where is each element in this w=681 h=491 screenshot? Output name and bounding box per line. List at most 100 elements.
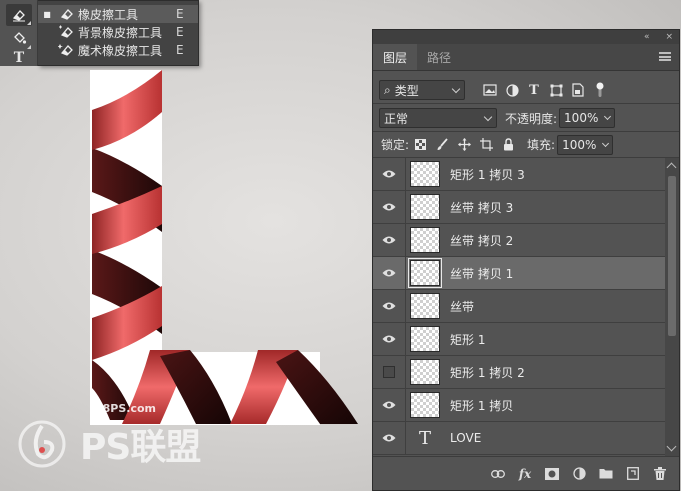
scroll-down-icon[interactable] (666, 441, 677, 452)
eraser-tool-button[interactable] (6, 4, 32, 26)
eye-icon (382, 401, 396, 409)
layer-thumbnail (410, 293, 440, 319)
type-tool-button[interactable]: T (6, 50, 32, 66)
layer-name: 矩形 1 拷贝 3 (450, 167, 525, 182)
layer-thumbnail (408, 258, 442, 288)
layer-thumbnail (410, 194, 440, 220)
visibility-toggle[interactable] (373, 257, 406, 289)
flyout-item-shortcut: E (176, 25, 184, 39)
filter-kind-dropdown[interactable]: ⌕ 类型 (379, 80, 465, 100)
fill-input[interactable]: 100% (557, 134, 614, 155)
lock-position-icon[interactable] (453, 135, 475, 155)
layer-row[interactable]: T LOVE (373, 422, 665, 455)
layer-row[interactable]: 矩形 1 拷贝 3 (373, 158, 665, 191)
search-icon: ⌕ (384, 82, 391, 97)
layers-list: 矩形 1 拷贝 3 丝带 拷贝 3 丝带 拷贝 2 丝带 拷贝 1 丝带 矩形 … (373, 158, 665, 457)
layer-row[interactable]: 丝带 拷贝 3 (373, 191, 665, 224)
scroll-up-icon[interactable] (666, 162, 677, 173)
layer-name: 矩形 1 (450, 332, 486, 347)
panel-topbar: « × (373, 30, 679, 44)
layer-row-selected[interactable]: 丝带 拷贝 1 (373, 257, 665, 290)
watermark-url: 68PS.com (95, 402, 157, 415)
visibility-toggle[interactable] (373, 290, 406, 322)
delete-layer-icon[interactable] (651, 465, 669, 483)
new-group-icon[interactable] (597, 465, 615, 483)
blend-row: 正常 不透明度: 100% (373, 105, 679, 131)
shape-filter-icon[interactable] (545, 80, 567, 100)
layer-row[interactable]: 丝带 拷贝 2 (373, 224, 665, 257)
flyout-item-eraser[interactable]: ■ 橡皮擦工具 E (38, 5, 198, 23)
layers-panel: « × 图层 路径 ⌕ 类型 T 正常 不透明度: 100% 锁定: 填充: 1… (372, 29, 680, 491)
eye-icon (382, 203, 396, 211)
add-mask-icon[interactable] (543, 465, 561, 483)
new-layer-icon[interactable] (624, 465, 642, 483)
eye-icon (382, 236, 396, 244)
fill-label: 填充: (527, 138, 556, 152)
visibility-toggle[interactable] (373, 323, 406, 355)
eye-icon (382, 170, 396, 178)
filter-toggle-icon[interactable] (589, 80, 611, 100)
opacity-label: 不透明度: (505, 111, 558, 126)
eye-icon (382, 434, 396, 442)
eraser-tools-flyout: ■ 橡皮擦工具 E 背景橡皮擦工具 E 魔术橡皮擦工具 E (38, 0, 199, 66)
layer-row[interactable]: 矩形 1 拷贝 2 (373, 356, 665, 389)
type-tool-icon: T (13, 50, 25, 66)
layer-row[interactable]: 丝带 (373, 290, 665, 323)
visibility-toggle[interactable] (373, 356, 406, 388)
layer-thumbnail (410, 359, 440, 385)
watermark-brand: PS联盟 (80, 427, 201, 468)
text-layer-icon: T (418, 427, 431, 449)
layer-name: 丝带 拷贝 3 (450, 200, 514, 215)
eye-icon (382, 302, 396, 310)
layer-thumbnail (410, 161, 440, 187)
link-layers-icon[interactable] (489, 465, 507, 483)
layer-name: 矩形 1 拷贝 2 (450, 365, 525, 380)
paint-bucket-tool-button[interactable] (6, 28, 32, 50)
lock-all-icon[interactable] (497, 135, 519, 155)
flyout-item-shortcut: E (176, 7, 184, 21)
flyout-item-label: 背景橡皮擦工具 (78, 25, 163, 40)
scroll-thumb[interactable] (668, 176, 676, 336)
tab-paths[interactable]: 路径 (417, 44, 461, 70)
eye-icon (382, 269, 396, 277)
lock-artboard-icon[interactable] (475, 135, 497, 155)
panel-menu-icon[interactable] (659, 52, 671, 61)
panel-tabs: 图层 路径 (373, 44, 679, 71)
layer-row[interactable]: 矩形 1 (373, 323, 665, 356)
eye-icon (382, 335, 396, 343)
eraser-icon (56, 8, 78, 21)
layers-scrollbar[interactable] (665, 158, 679, 457)
background-eraser-icon (56, 25, 78, 39)
opacity-value: 100% (564, 111, 599, 125)
tab-layers[interactable]: 图层 (373, 44, 418, 70)
layer-name: LOVE (450, 431, 482, 445)
opacity-input[interactable]: 100% (559, 108, 616, 128)
blend-mode-dropdown[interactable]: 正常 (379, 108, 497, 128)
flyout-item-label: 魔术橡皮擦工具 (78, 43, 163, 58)
fx-icon[interactable]: fx (516, 465, 534, 483)
new-adjustment-icon[interactable] (570, 465, 588, 483)
smart-object-filter-icon[interactable] (567, 80, 589, 100)
flyout-item-background-eraser[interactable]: 背景橡皮擦工具 E (38, 23, 198, 41)
tools-panel: T (0, 0, 38, 66)
layer-row[interactable]: 矩形 1 拷贝 (373, 389, 665, 422)
panel-footer: fx (373, 456, 679, 490)
visibility-toggle[interactable] (373, 158, 406, 190)
layer-thumbnail (410, 392, 440, 418)
layer-thumbnail (410, 326, 440, 352)
flyout-item-shortcut: E (176, 43, 184, 57)
filter-row: ⌕ 类型 T (373, 77, 679, 103)
lock-row: 锁定: 填充: 100% (373, 132, 679, 157)
lock-transparent-pixels-icon[interactable] (409, 135, 431, 155)
adjustment-filter-icon[interactable] (501, 80, 523, 100)
visibility-toggle[interactable] (373, 422, 406, 454)
collapse-panel-button[interactable]: « (644, 32, 650, 42)
visibility-toggle[interactable] (373, 389, 406, 421)
image-filter-icon[interactable] (479, 80, 501, 100)
visibility-toggle[interactable] (373, 224, 406, 256)
close-panel-button[interactable]: × (665, 32, 673, 42)
visibility-toggle[interactable] (373, 191, 406, 223)
lock-image-pixels-icon[interactable] (431, 135, 453, 155)
type-filter-icon[interactable]: T (523, 80, 545, 100)
flyout-item-magic-eraser[interactable]: 魔术橡皮擦工具 E (38, 41, 198, 59)
